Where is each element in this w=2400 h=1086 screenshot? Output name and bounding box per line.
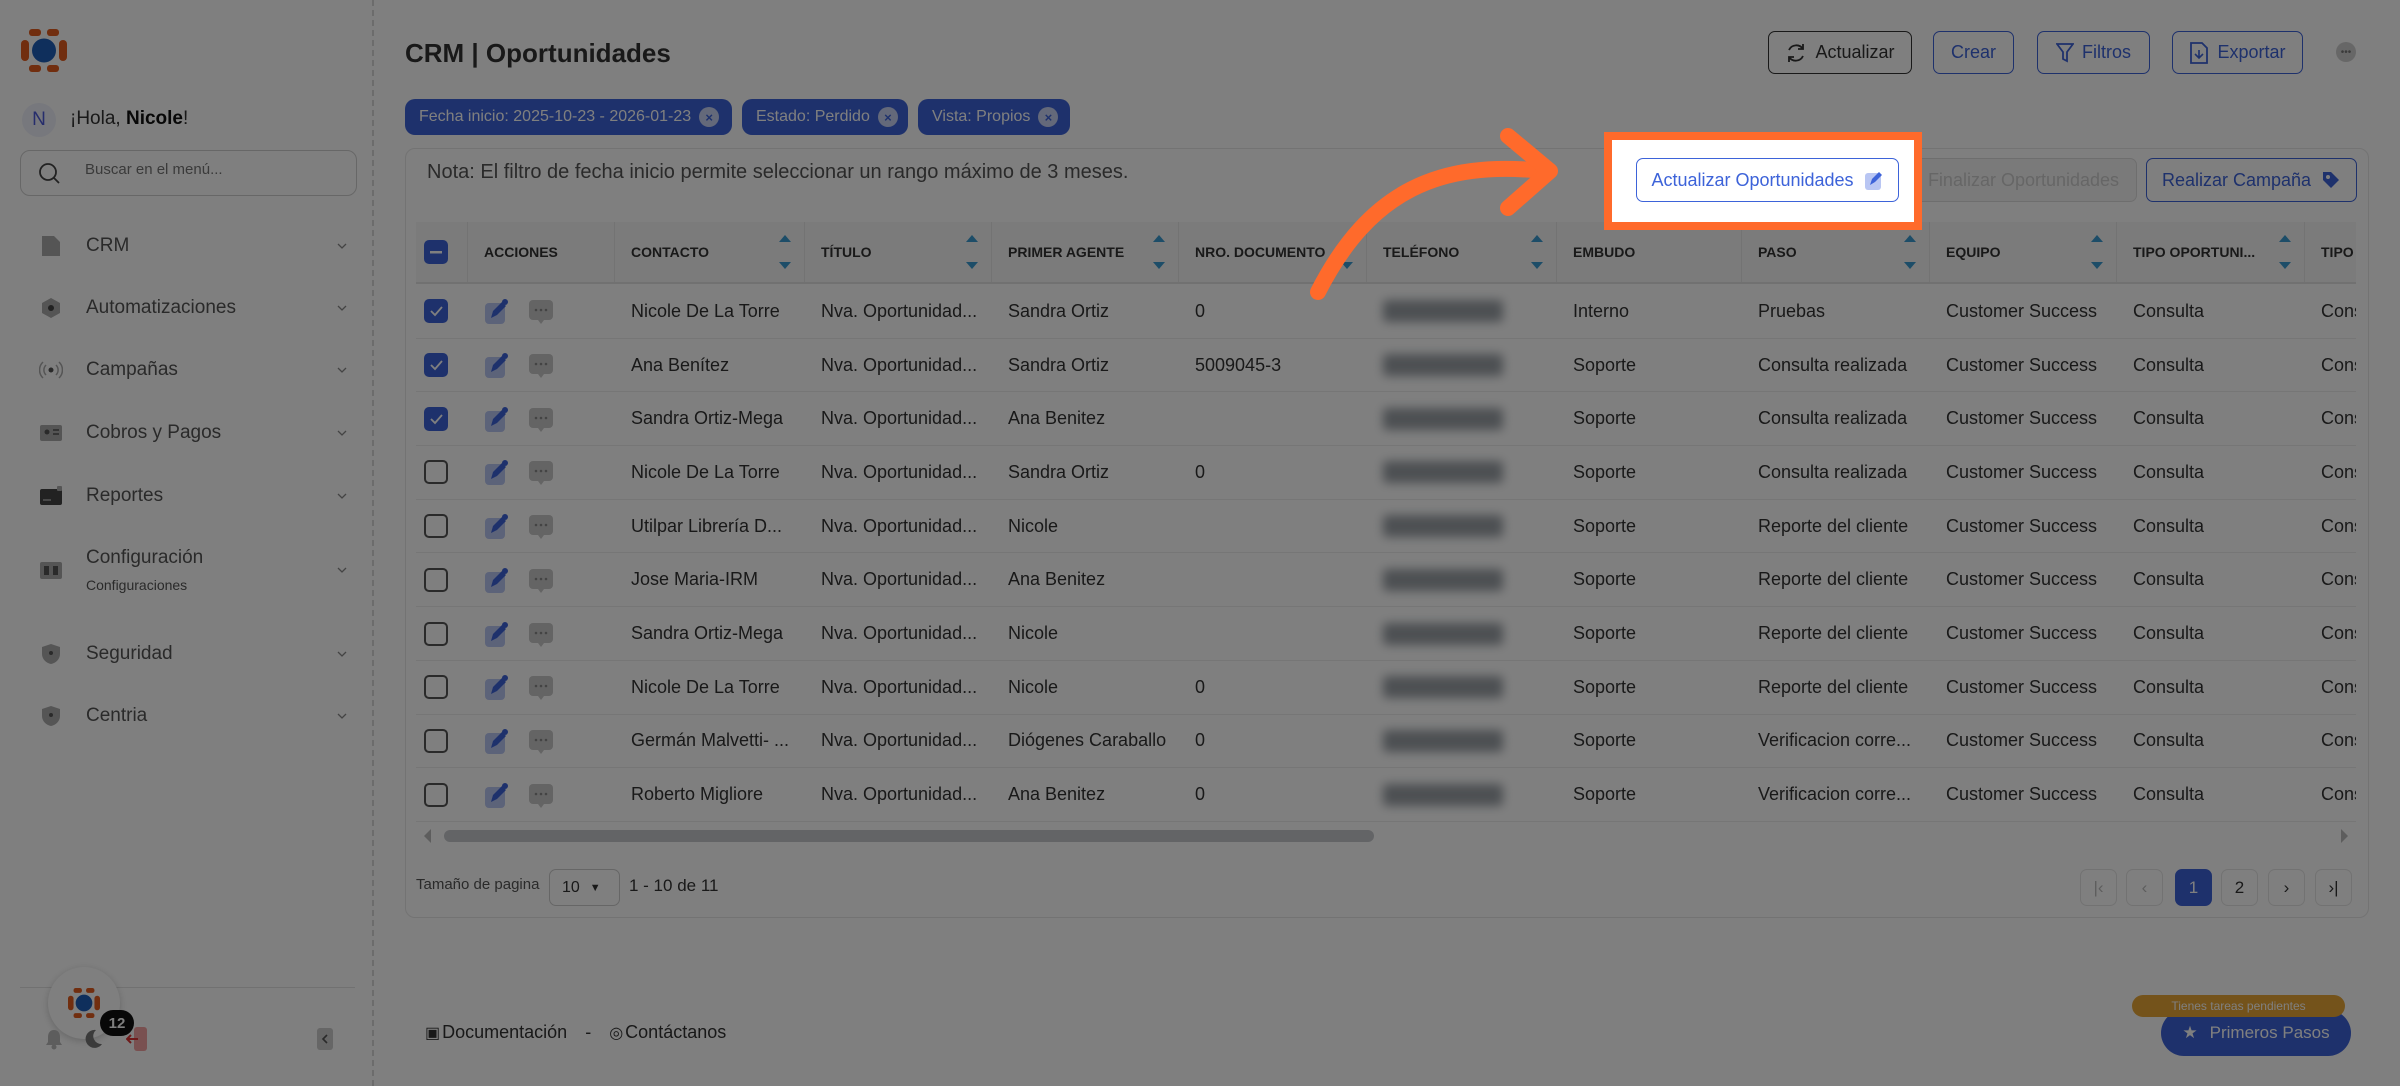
annotation-arrow <box>1310 128 1558 300</box>
